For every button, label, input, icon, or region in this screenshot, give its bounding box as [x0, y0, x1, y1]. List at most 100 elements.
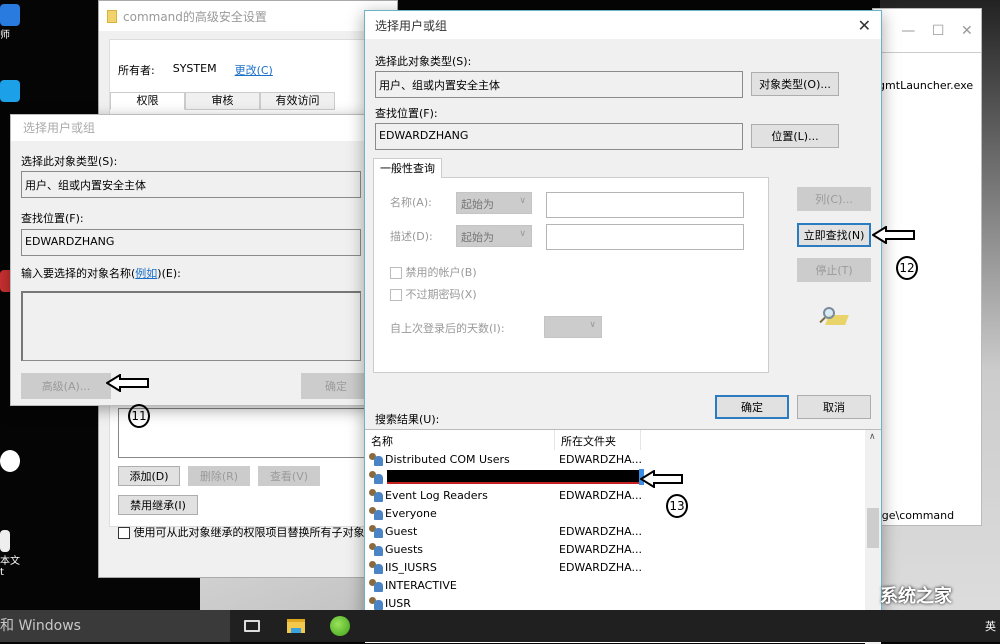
annotation-arrow-12 [872, 226, 915, 244]
result-name: Guest [385, 524, 418, 538]
result-name: IUSR [385, 596, 411, 610]
result-name: IIS_IUSRS [385, 560, 437, 574]
result-row[interactable] [369, 468, 869, 486]
desktop-icon-2[interactable] [0, 80, 24, 102]
disabled-accounts-checkbox[interactable] [390, 267, 402, 279]
object-type-label: 选择此对象类型(S): [21, 155, 118, 168]
days-since-logon-select[interactable]: ∨ [544, 316, 602, 338]
examples-link[interactable]: 例如 [135, 267, 157, 280]
columns-button[interactable]: 列(C)... [797, 187, 871, 211]
tab-common-queries[interactable]: 一般性查询 [373, 158, 442, 178]
replace-child-permissions-checkbox[interactable] [118, 527, 130, 539]
app-green-icon [330, 616, 350, 636]
close-icon[interactable]: ✕ [961, 23, 973, 39]
object-names-input[interactable] [21, 291, 361, 361]
result-name: INTERACTIVE [385, 578, 457, 592]
group-icon [369, 596, 383, 610]
window-controls: — ☐ ✕ [873, 9, 981, 53]
result-row[interactable]: Distributed COM Users EDWARDZHA... [369, 450, 869, 468]
maximize-icon[interactable]: ☐ [932, 23, 945, 39]
name-mode-select[interactable]: 起始为 ∨ [456, 192, 532, 214]
desktop-icon-chat[interactable] [0, 450, 24, 472]
task-view-icon [244, 620, 260, 632]
taskbar-search-box[interactable]: 和 Windows [0, 610, 230, 642]
search-magnifier-icon [819, 307, 849, 329]
tab-effective-access[interactable]: 有效访问 [260, 92, 335, 110]
ok-button[interactable]: 确定 [301, 373, 371, 399]
path-text: age\command [875, 509, 955, 522]
advanced-button[interactable]: 高级(A)... [21, 373, 111, 399]
chevron-down-icon: ∨ [589, 320, 596, 330]
column-header-folder[interactable]: 所在文件夹 [555, 430, 641, 450]
user-icon [369, 470, 383, 484]
owner-row: 所有者: SYSTEM 更改(C) [118, 62, 273, 78]
result-name: Event Log Readers [385, 488, 488, 502]
result-row[interactable]: IIS_IUSRS EDWARDZHA... [369, 558, 869, 576]
close-icon[interactable]: ✕ [858, 16, 871, 35]
app-green-button[interactable] [318, 610, 362, 642]
location-field: EDWARDZHANG [21, 229, 361, 256]
scrollbar-thumb[interactable] [867, 508, 879, 548]
minimize-icon[interactable]: — [901, 23, 915, 39]
name-input[interactable] [546, 192, 744, 218]
group-icon [369, 506, 383, 520]
window-title: command的高级安全设置 [123, 9, 267, 24]
non-expiring-password-row: 不过期密码(X) [390, 286, 477, 302]
disable-inheritance-button[interactable]: 禁用继承(I) [118, 495, 198, 515]
view-button[interactable]: 查看(V) [258, 466, 320, 486]
results-header: 名称 所在文件夹 [365, 430, 641, 450]
result-folder: EDWARDZHA... [559, 542, 642, 556]
dialog-title: 选择用户或组 [375, 18, 448, 33]
background-window-right: — ☐ ✕ lgmtLauncher.exe age\command [872, 8, 982, 526]
result-name: Everyone [385, 506, 437, 520]
launcher-filename: lgmtLauncher.exe [875, 79, 974, 92]
result-row[interactable]: Everyone [369, 504, 869, 522]
group-icon [369, 452, 383, 466]
desktop-icon-text[interactable]: 本文 t [0, 530, 24, 578]
location-field: EDWARDZHANG [375, 123, 743, 150]
result-name: Guests [385, 542, 424, 556]
result-row[interactable]: Event Log Readers EDWARDZHA... [369, 486, 869, 504]
result-name: Distributed COM Users [385, 452, 510, 466]
non-expiring-password-checkbox[interactable] [390, 289, 402, 301]
tab-auditing[interactable]: 审核 [185, 92, 260, 110]
change-owner-link[interactable]: 更改(C) [235, 62, 273, 78]
stop-button[interactable]: 停止(T) [797, 258, 871, 282]
select-user-dialog-advanced: 选择用户或组 ✕ 选择此对象类型(S): 用户、组或内置安全主体 对象类型(O)… [364, 10, 882, 644]
remove-button[interactable]: 删除(R) [188, 466, 250, 486]
object-type-field: 用户、组或内置安全主体 [21, 171, 361, 198]
result-row[interactable]: INTERACTIVE [369, 576, 869, 594]
result-row[interactable]: Guests EDWARDZHA... [369, 540, 869, 558]
tab-permissions[interactable]: 权限 [110, 92, 185, 110]
disabled-accounts-row: 禁用的帐户(B) [390, 264, 477, 280]
ok-button[interactable]: 确定 [715, 395, 789, 419]
result-folder: EDWARDZHA... [559, 452, 642, 466]
task-view-button[interactable] [230, 610, 274, 642]
description-input[interactable] [546, 224, 744, 250]
title-bar: command的高级安全设置 [99, 1, 397, 31]
permission-entries-list[interactable] [118, 408, 400, 458]
desktop-icon-1[interactable]: 师 [0, 4, 24, 41]
chevron-down-icon: ∨ [519, 196, 526, 206]
description-mode-select[interactable]: 起始为 ∨ [456, 225, 532, 247]
column-header-name[interactable]: 名称 [365, 430, 555, 450]
result-row[interactable]: Guest EDWARDZHA... [369, 522, 869, 540]
scroll-up-icon[interactable]: ∧ [869, 432, 876, 442]
cancel-button[interactable]: 取消 [797, 395, 871, 419]
object-type-field: 用户、组或内置安全主体 [375, 71, 743, 98]
days-since-logon-label: 自上次登录后的天数(I): [390, 322, 505, 335]
file-explorer-button[interactable] [274, 610, 318, 642]
title-bar: 选择用户或组 ✕ [365, 11, 881, 39]
search-results-label: 搜索结果(U): [375, 413, 440, 426]
group-icon [369, 578, 383, 592]
input-language-indicator[interactable]: 英 [985, 618, 1000, 634]
replace-child-permissions-label: 使用可从此对象继承的权限项目替换所有子对象 [133, 526, 365, 539]
object-types-button[interactable]: 对象类型(O)... [751, 72, 839, 96]
locations-button[interactable]: 位置(L)... [751, 124, 839, 148]
watermark-logo: 系统之家 [880, 586, 952, 607]
select-user-dialog-simple: 选择用户或组 选择此对象类型(S): 用户、组或内置安全主体 查找位置(F): … [10, 114, 371, 406]
location-label: 查找位置(F): [375, 107, 438, 120]
find-now-button[interactable]: 立即查找(N) [797, 223, 871, 247]
annotation-step-12: 12 [896, 256, 918, 280]
add-button[interactable]: 添加(D) [118, 466, 180, 486]
